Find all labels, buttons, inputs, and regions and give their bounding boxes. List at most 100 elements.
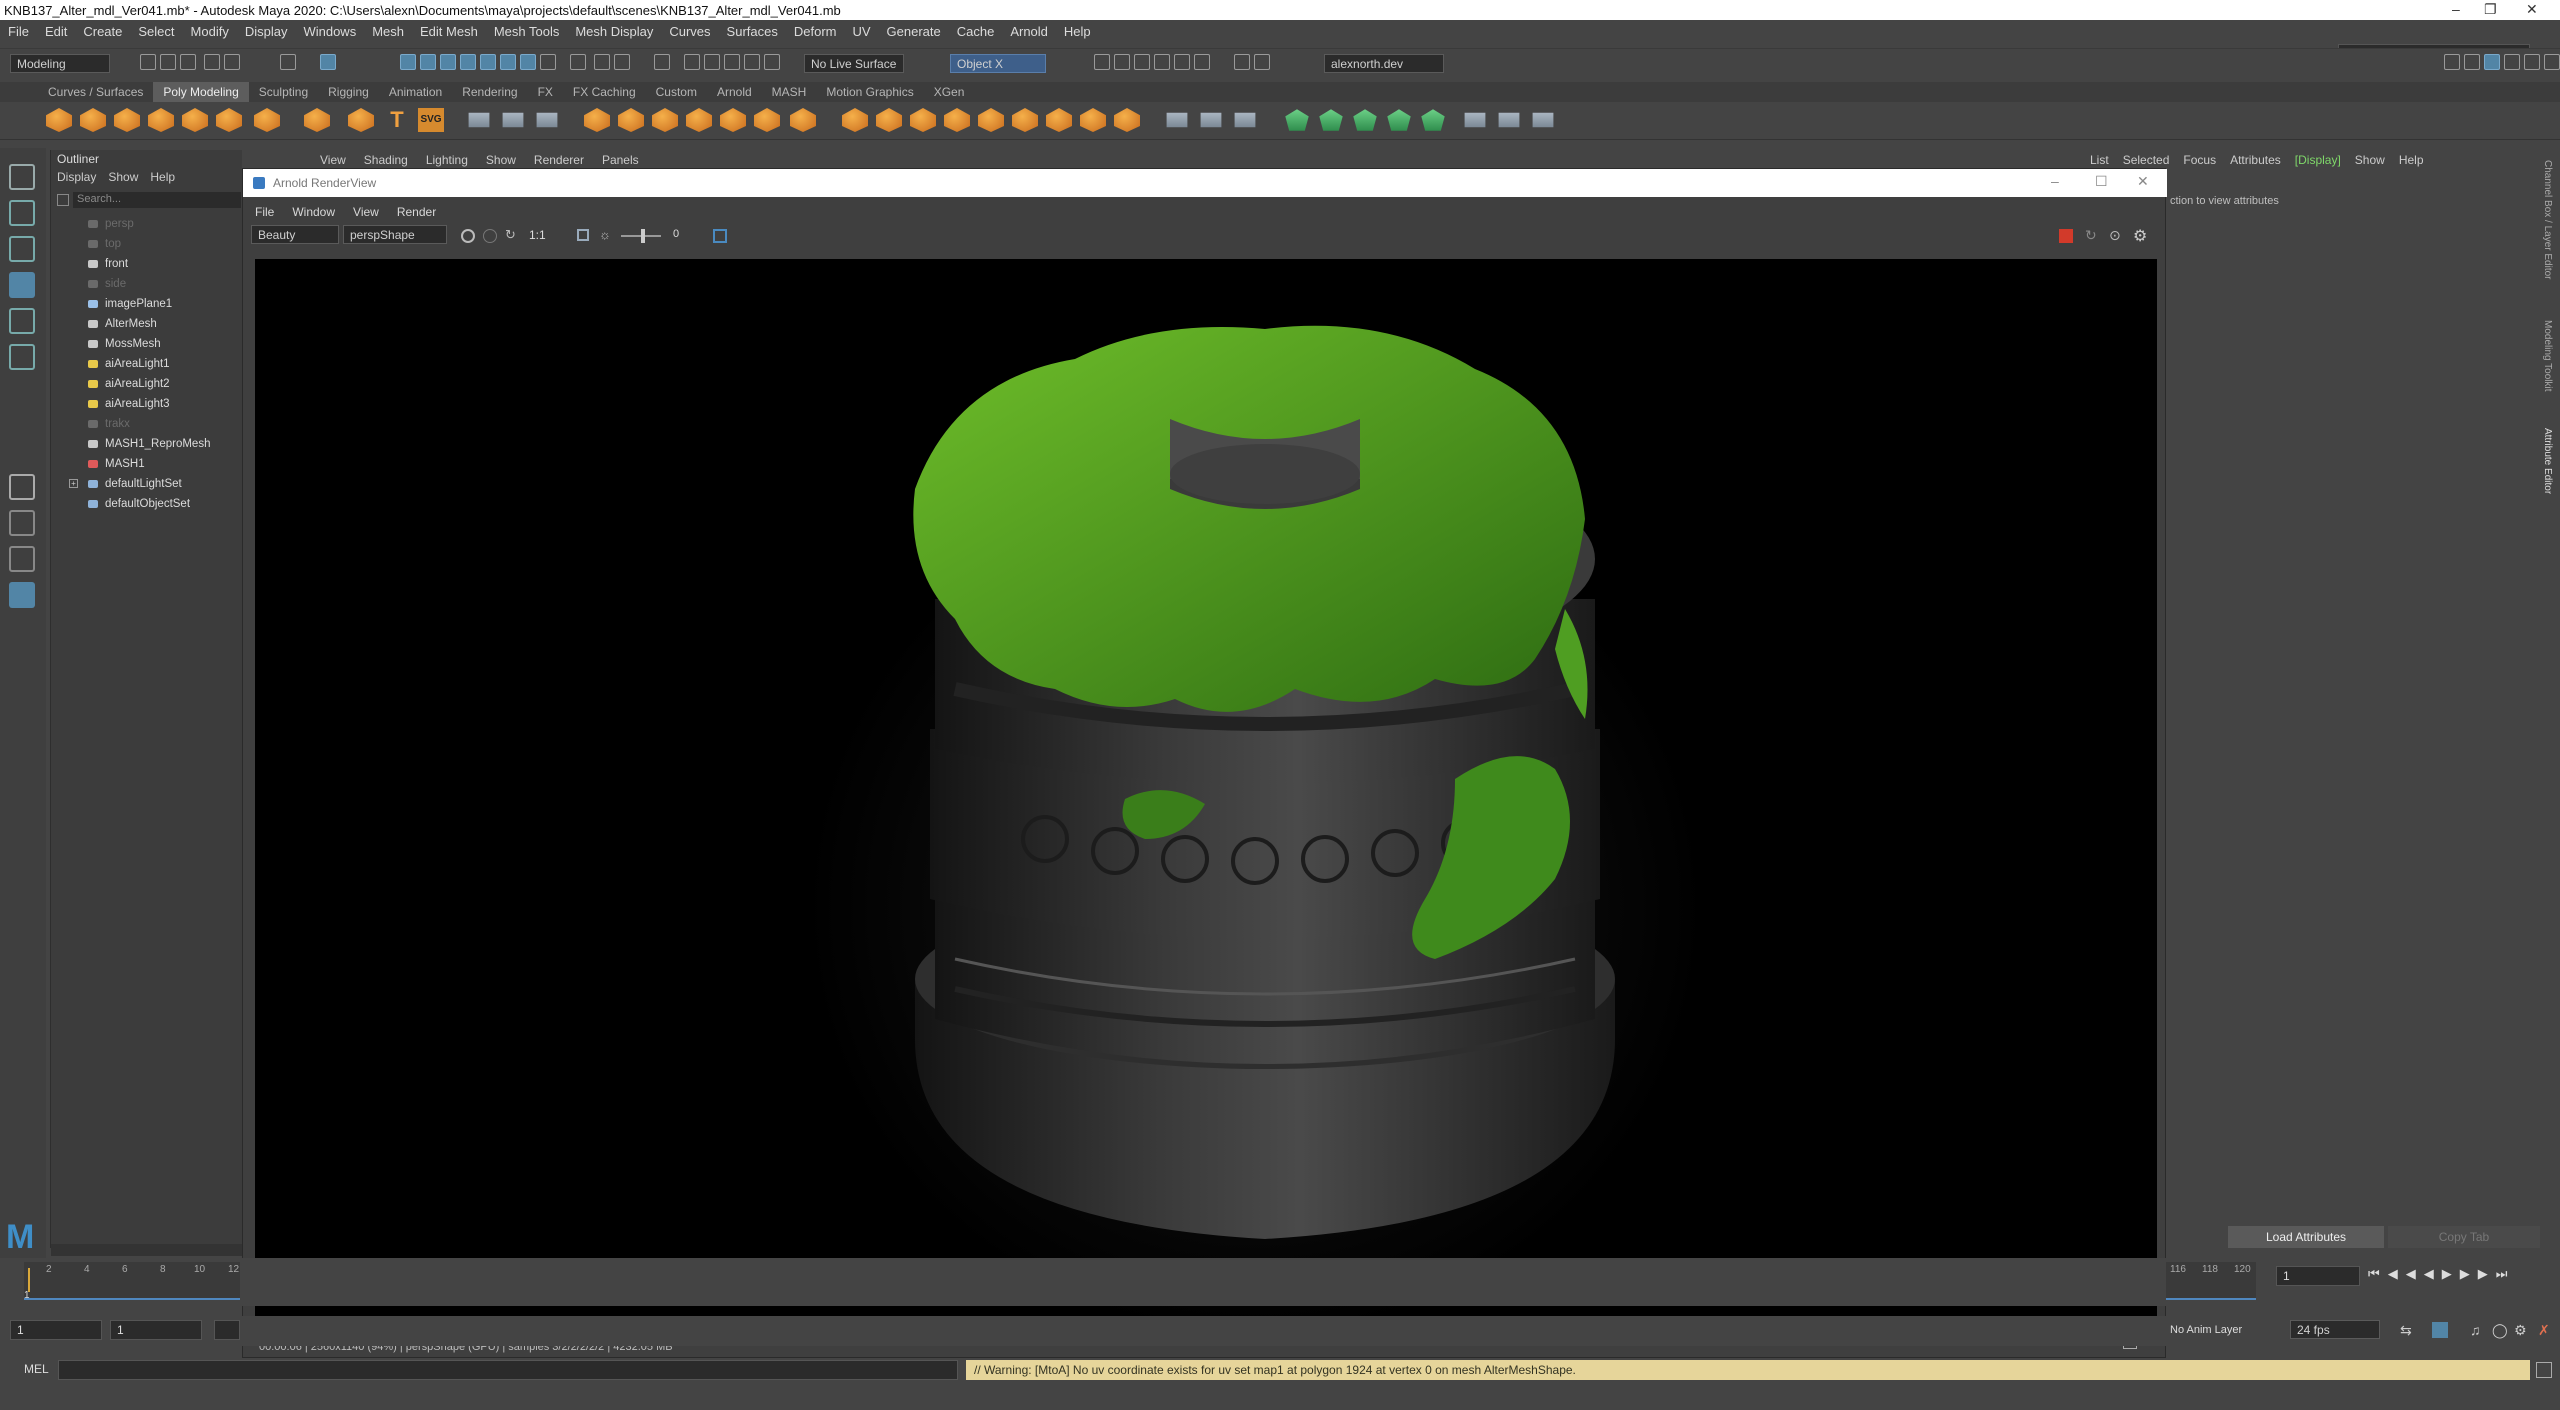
outliner-item[interactable]: aiAreaLight3 <box>51 394 243 414</box>
undo-icon[interactable] <box>204 54 220 70</box>
layout-outliner-icon[interactable] <box>2504 54 2520 70</box>
go-to-end-icon[interactable]: ⏭ <box>2496 1266 2516 1281</box>
menu-cache[interactable]: Cache <box>949 20 1003 39</box>
ae-menu-help[interactable]: Help <box>2399 153 2424 167</box>
snap-live-icon[interactable] <box>724 54 740 70</box>
outliner-item[interactable]: side <box>51 274 243 294</box>
layout-icon[interactable] <box>2444 54 2460 70</box>
ratio-button[interactable]: 1:1 <box>529 228 546 242</box>
ae-menu-attributes[interactable]: Attributes <box>2230 153 2281 167</box>
poly-text-icon[interactable]: T <box>384 108 410 132</box>
single-perspective-layout-icon[interactable] <box>9 474 35 500</box>
playback-start-field[interactable]: 1 <box>110 1320 202 1340</box>
tab-animation[interactable]: Animation <box>379 82 452 102</box>
renderview-close-icon[interactable]: ✕ <box>2137 173 2149 190</box>
select-vertex-icon[interactable] <box>420 54 436 70</box>
outliner-item[interactable]: defaultObjectSet <box>51 494 243 514</box>
menuset-dropdown[interactable]: Modeling <box>10 54 110 73</box>
select-uv-icon[interactable] <box>480 54 496 70</box>
select-object-icon[interactable] <box>320 54 336 70</box>
four-view-layout-icon[interactable] <box>9 510 35 536</box>
rgb-icon[interactable] <box>483 229 497 243</box>
outliner-item[interactable]: top <box>51 234 243 254</box>
tab-motion-graphics[interactable]: Motion Graphics <box>816 82 923 102</box>
outliner-item[interactable]: trakx <box>51 414 243 434</box>
select-edge-icon[interactable] <box>440 54 456 70</box>
outliner-item[interactable]: + defaultLightSet <box>51 474 243 494</box>
viewport-menu-show[interactable]: Show <box>486 153 516 167</box>
outliner-item[interactable]: imagePlane1 <box>51 294 243 314</box>
outliner-menu-display[interactable]: Display <box>57 170 96 184</box>
tab-poly-modeling[interactable]: Poly Modeling <box>153 82 249 102</box>
ipr-play-icon[interactable] <box>1234 54 1250 70</box>
tab-fx-caching[interactable]: FX Caching <box>563 82 646 102</box>
tab-mash[interactable]: MASH <box>762 82 817 102</box>
viewport-menu-shading[interactable]: Shading <box>364 153 408 167</box>
snap-view-icon[interactable] <box>744 54 760 70</box>
anim-layer-label[interactable]: No Anim Layer <box>2170 1324 2242 1336</box>
go-to-start-icon[interactable]: ⏮ <box>2368 1266 2388 1281</box>
menu-windows[interactable]: Windows <box>295 20 364 39</box>
renderview-menu-render[interactable]: Render <box>397 205 436 219</box>
redo-icon[interactable] <box>224 54 240 70</box>
prefs-icon[interactable]: ⚙ <box>2514 1322 2527 1339</box>
step-forward-icon[interactable]: ▶ <box>2460 1266 2478 1281</box>
viewport-menu-lighting[interactable]: Lighting <box>426 153 468 167</box>
snap-grid-icon[interactable] <box>570 54 586 70</box>
outliner-item[interactable]: MASH1 <box>51 454 243 474</box>
tab-xgen[interactable]: XGen <box>924 82 975 102</box>
select-components-icon[interactable] <box>400 54 416 70</box>
render-current-icon[interactable] <box>1094 54 1110 70</box>
new-scene-icon[interactable] <box>140 54 156 70</box>
minimize-icon[interactable]: – <box>2452 1 2460 17</box>
debug-shading-icon[interactable]: ⊙ <box>2109 227 2121 244</box>
account-button[interactable]: alexnorth.dev <box>1324 54 1444 73</box>
poly-svg-icon[interactable]: SVG <box>418 108 444 132</box>
select-face-icon[interactable] <box>460 54 476 70</box>
renderview-menu-view[interactable]: View <box>353 205 379 219</box>
ae-menu-show[interactable]: Show <box>2355 153 2385 167</box>
loop-icon[interactable]: ⇆ <box>2400 1322 2412 1339</box>
ipr-pause-icon[interactable] <box>1254 54 1270 70</box>
play-back-icon[interactable]: ◀ <box>2424 1266 2442 1281</box>
exposure-slider-handle[interactable] <box>641 229 645 243</box>
snap-magnet-icon[interactable] <box>654 54 670 70</box>
menu-help[interactable]: Help <box>1056 20 1099 39</box>
expand-icon[interactable]: + <box>69 479 78 488</box>
menu-file[interactable]: File <box>0 20 37 39</box>
rotate-tool-icon[interactable] <box>9 308 35 334</box>
copy-tab-button[interactable]: Copy Tab <box>2388 1226 2540 1248</box>
outliner-item[interactable]: aiAreaLight1 <box>51 354 243 374</box>
viewport-menu-renderer[interactable]: Renderer <box>534 153 584 167</box>
renderview-minimize-icon[interactable]: – <box>2051 173 2059 189</box>
tab-sculpting[interactable]: Sculpting <box>249 82 318 102</box>
outliner-item[interactable]: persp <box>51 214 243 234</box>
render-settings-icon[interactable] <box>1134 54 1150 70</box>
tab-rigging[interactable]: Rigging <box>318 82 379 102</box>
layout-four-icon[interactable] <box>2484 54 2500 70</box>
exposure-icon[interactable]: ☼ <box>599 227 611 242</box>
viewport-menu-view[interactable]: View <box>320 153 346 167</box>
channel-box-icon[interactable] <box>2524 54 2540 70</box>
move-tool-icon[interactable] <box>9 272 35 298</box>
menu-uv[interactable]: UV <box>844 20 878 39</box>
tab-arnold[interactable]: Arnold <box>707 82 762 102</box>
attribute-editor-icon[interactable] <box>2544 54 2560 70</box>
ae-menu-selected[interactable]: Selected <box>2123 153 2170 167</box>
cache-playback-icon[interactable] <box>2432 1322 2448 1338</box>
outliner-layout-icon[interactable] <box>9 582 35 608</box>
viewport-menu-panels[interactable]: Panels <box>602 153 639 167</box>
snap-surface-icon[interactable] <box>704 54 720 70</box>
refresh-icon[interactable]: ↻ <box>505 227 516 243</box>
time-slider-track[interactable]: 1 2 4 6 8 10 12 <box>24 1262 240 1301</box>
renderview-menu-file[interactable]: File <box>255 205 274 219</box>
settings-gear-icon[interactable]: ⚙ <box>2133 226 2147 246</box>
snapshot-icon[interactable] <box>713 229 727 243</box>
crop-region-icon[interactable] <box>577 229 589 241</box>
select-hierarchy-icon[interactable] <box>280 54 296 70</box>
tab-rendering[interactable]: Rendering <box>452 82 527 102</box>
save-scene-icon[interactable] <box>180 54 196 70</box>
lock-selection-icon[interactable] <box>540 54 556 70</box>
render-image[interactable] <box>255 259 2157 1323</box>
select-all-icon[interactable] <box>520 54 536 70</box>
